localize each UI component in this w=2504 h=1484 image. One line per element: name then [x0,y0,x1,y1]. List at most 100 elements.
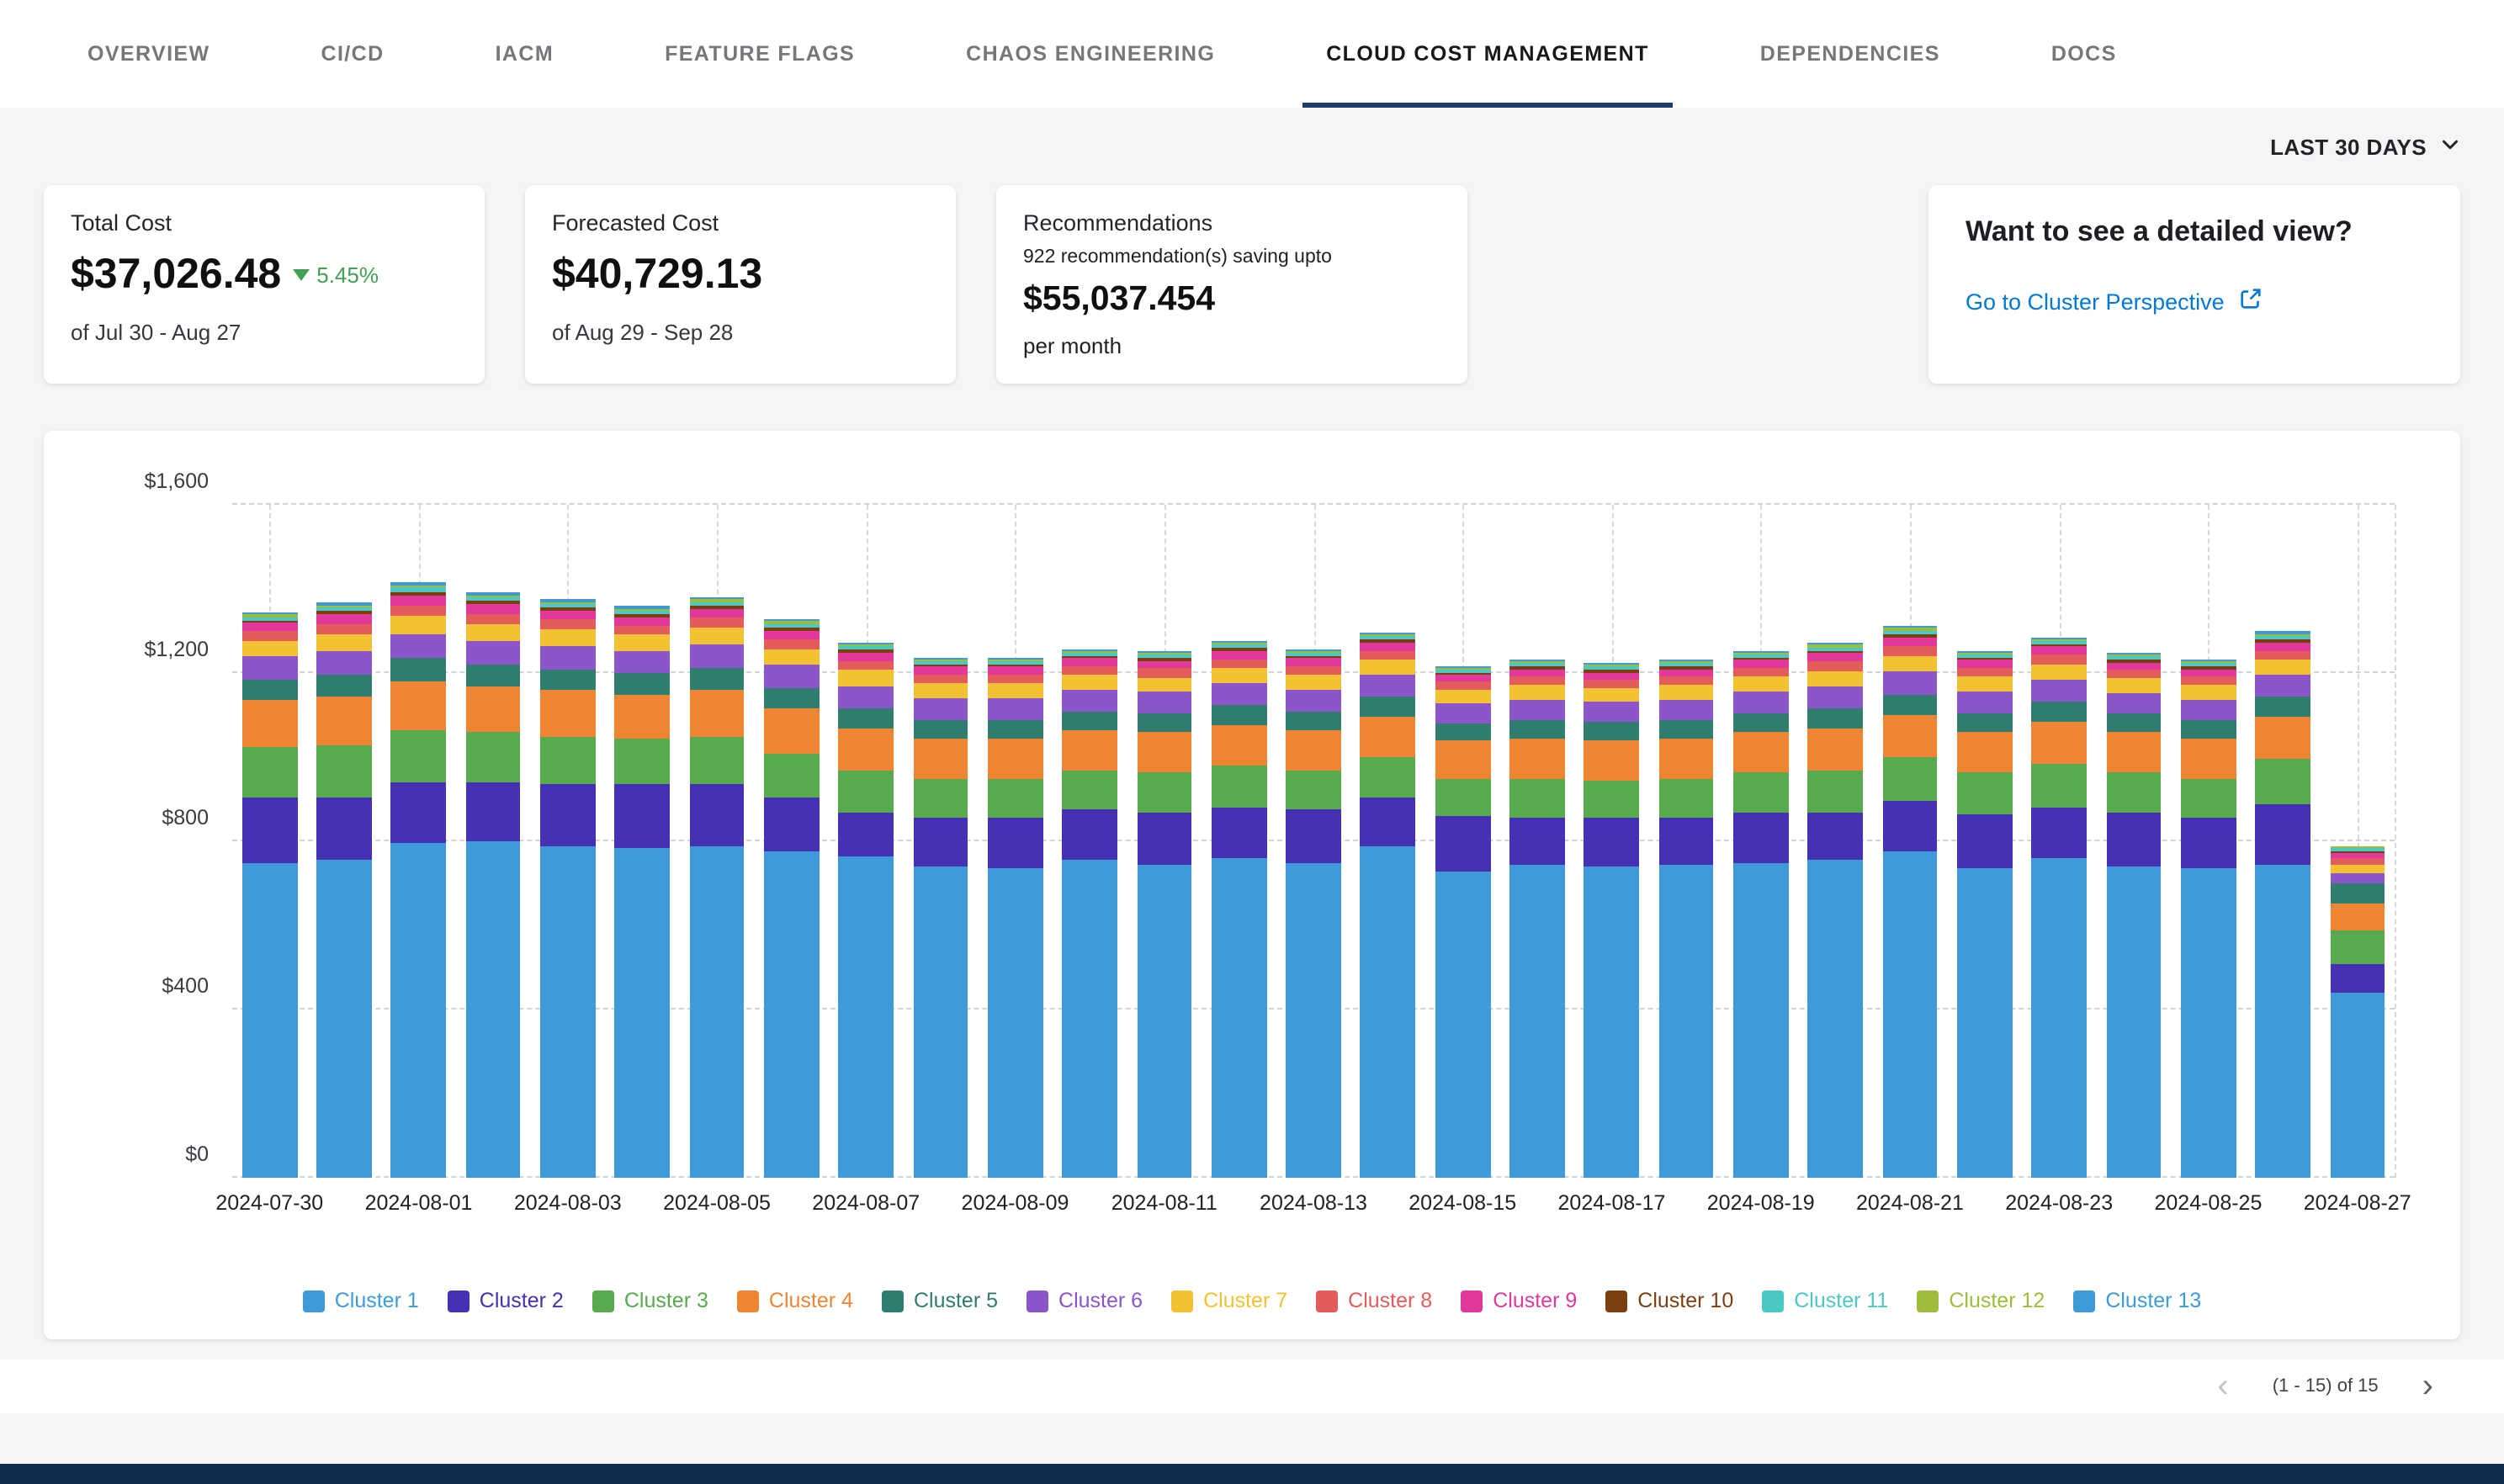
bar-segment[interactable] [540,646,596,670]
bar-segment[interactable] [1882,715,1938,757]
bar-segment[interactable] [465,664,521,686]
bar-segment[interactable] [1957,713,2013,732]
bar-segment[interactable] [1361,845,1416,1178]
legend-item[interactable]: Cluster 12 [1917,1289,2045,1312]
date-range-dropdown[interactable]: LAST 30 DAYS [2270,134,2460,159]
bar-segment[interactable] [1658,865,1714,1179]
bar-segment[interactable] [2106,772,2162,813]
bar-segment[interactable] [2330,930,2385,963]
bar-segment[interactable] [839,653,894,661]
bar-segment[interactable] [764,631,820,640]
stacked-bar[interactable] [1212,505,1267,1178]
pagination-next-icon[interactable]: › [2422,1370,2433,1403]
bar-segment[interactable] [689,628,745,644]
bar-segment[interactable] [1957,814,2013,869]
bar-segment[interactable] [540,669,596,690]
stacked-bar[interactable] [2032,505,2088,1178]
bar-segment[interactable] [1062,810,1117,861]
bar-segment[interactable] [2255,643,2310,651]
bar-segment[interactable] [2032,665,2088,680]
bar-segment[interactable] [839,812,894,856]
bar-segment[interactable] [615,673,671,694]
bar-segment[interactable] [316,675,372,697]
bar-segment[interactable] [913,675,968,684]
stacked-bar[interactable] [391,505,447,1178]
bar-segment[interactable] [391,681,447,730]
bar-segment[interactable] [2181,869,2236,1179]
bar-segment[interactable] [391,730,447,783]
cluster-perspective-link[interactable]: Go to Cluster Perspective [1966,286,2423,316]
bar-segment[interactable] [1361,697,1416,718]
stacked-bar[interactable] [1658,505,1714,1178]
bar-segment[interactable] [764,753,820,798]
bar-segment[interactable] [689,617,745,628]
bar-segment[interactable] [1062,711,1117,730]
stacked-bar[interactable] [2330,505,2385,1178]
bar-segment[interactable] [1584,688,1640,702]
bar-segment[interactable] [1808,686,1864,708]
tab-chaos-engineering[interactable]: CHAOS ENGINEERING [963,0,1218,108]
bar-segment[interactable] [391,782,447,844]
bar-segment[interactable] [1286,676,1341,691]
bar-segment[interactable] [1137,660,1192,669]
bar-segment[interactable] [2032,808,2088,858]
bar-segment[interactable] [1212,766,1267,808]
bar-segment[interactable] [615,739,671,785]
bar-segment[interactable] [764,639,820,649]
stacked-bar[interactable] [689,505,745,1178]
bar-segment[interactable] [988,778,1043,819]
bar-segment[interactable] [242,680,298,701]
bar-segment[interactable] [2330,858,2385,865]
bar-segment[interactable] [2181,685,2236,699]
bar-segment[interactable] [1584,781,1640,819]
bar-segment[interactable] [1733,660,1789,669]
bar-segment[interactable] [1212,858,1267,1178]
bar-segment[interactable] [2032,858,2088,1178]
bar-segment[interactable] [1733,668,1789,677]
bar-segment[interactable] [764,649,820,665]
bar-segment[interactable] [465,640,521,664]
stacked-bar[interactable] [1882,505,1938,1178]
bar-segment[interactable] [1212,684,1267,706]
bar-segment[interactable] [242,701,298,747]
bar-segment[interactable] [1286,862,1341,1178]
legend-item[interactable]: Cluster 9 [1461,1289,1577,1312]
bar-segment[interactable] [689,608,745,617]
bar-segment[interactable] [1137,677,1192,692]
bar-segment[interactable] [316,697,372,745]
bar-segment[interactable] [764,688,820,709]
bar-segment[interactable] [391,617,447,634]
stacked-bar[interactable] [1808,505,1864,1178]
bar-segment[interactable] [1062,770,1117,810]
bar-segment[interactable] [1808,708,1864,728]
bar-segment[interactable] [839,770,894,812]
bar-segment[interactable] [1212,726,1267,766]
bar-segment[interactable] [1286,770,1341,810]
bar-segment[interactable] [1957,668,2013,677]
bar-segment[interactable] [1808,653,1864,661]
tab-docs[interactable]: DOCS [2048,0,2120,108]
bar-segment[interactable] [1882,852,1938,1179]
bar-segment[interactable] [1137,772,1192,813]
bar-segment[interactable] [540,629,596,646]
bar-segment[interactable] [1286,810,1341,863]
bar-segment[interactable] [1957,869,2013,1179]
bar-segment[interactable] [1509,865,1565,1179]
bar-segment[interactable] [2106,693,2162,713]
bar-segment[interactable] [1062,659,1117,667]
bar-segment[interactable] [1509,778,1565,819]
bar-segment[interactable] [2032,655,2088,665]
bar-segment[interactable] [1212,660,1267,669]
bar-segment[interactable] [1137,692,1192,713]
bar-segment[interactable] [540,845,596,1178]
bar-segment[interactable] [615,617,671,625]
bar-segment[interactable] [1062,666,1117,676]
bar-segment[interactable] [1882,802,1938,852]
bar-segment[interactable] [1584,680,1640,688]
bar-segment[interactable] [1808,670,1864,686]
bar-segment[interactable] [242,862,298,1178]
bar-segment[interactable] [1509,819,1565,865]
bar-segment[interactable] [391,844,447,1179]
bar-segment[interactable] [1733,772,1789,813]
stacked-bar[interactable] [1509,505,1565,1178]
